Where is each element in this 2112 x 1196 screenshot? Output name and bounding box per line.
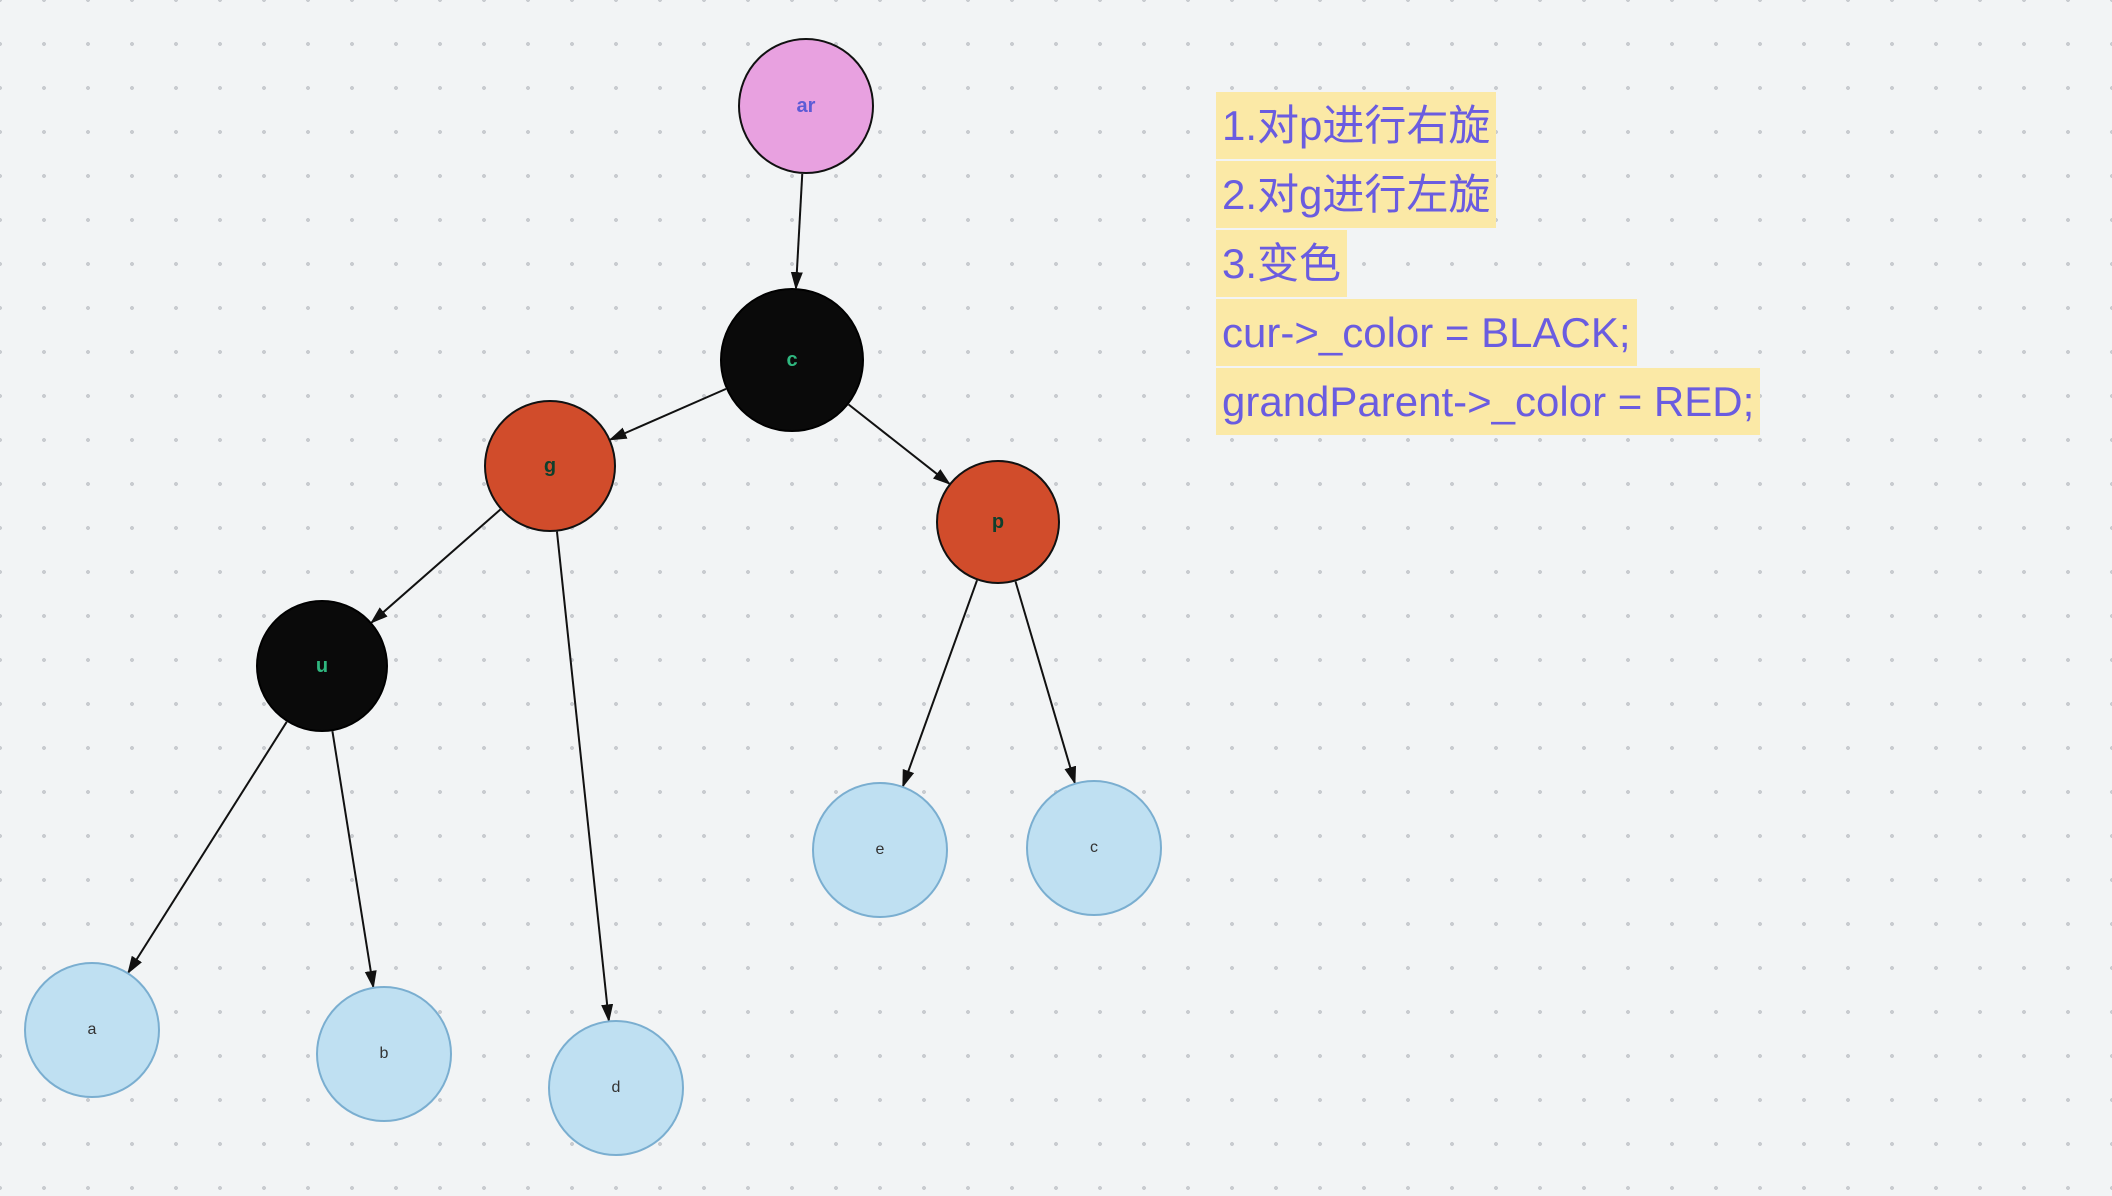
node-u[interactable]: u bbox=[256, 600, 388, 732]
step-1: 1.对p进行右旋 bbox=[1216, 92, 1496, 159]
node-d[interactable]: d bbox=[548, 1020, 684, 1156]
node-label: e bbox=[876, 841, 885, 859]
step-5: grandParent->_color = RED; bbox=[1216, 368, 1760, 435]
edge-g-u bbox=[372, 510, 501, 623]
node-a[interactable]: a bbox=[24, 962, 160, 1098]
edge-c-g bbox=[610, 389, 726, 440]
edge-g-d bbox=[557, 532, 609, 1021]
edge-u-a bbox=[128, 722, 286, 973]
node-label: p bbox=[992, 511, 1004, 534]
edge-ar-c bbox=[796, 174, 802, 288]
node-label: b bbox=[380, 1045, 389, 1063]
node-c[interactable]: c bbox=[720, 288, 864, 432]
steps-panel: 1.对p进行右旋 2.对g进行左旋 3.变色 cur->_color = BLA… bbox=[1216, 92, 1760, 437]
node-label: c bbox=[786, 349, 797, 372]
node-label: g bbox=[544, 455, 556, 478]
node-label: c bbox=[1090, 839, 1098, 857]
step-4: cur->_color = BLACK; bbox=[1216, 299, 1637, 366]
node-b[interactable]: b bbox=[316, 986, 452, 1122]
edge-p-c2 bbox=[1016, 581, 1075, 782]
node-p[interactable]: p bbox=[936, 460, 1060, 584]
node-label: ar bbox=[797, 95, 816, 118]
node-g[interactable]: g bbox=[484, 400, 616, 532]
step-2: 2.对g进行左旋 bbox=[1216, 161, 1496, 228]
step-3: 3.变色 bbox=[1216, 230, 1347, 297]
node-label: u bbox=[316, 655, 328, 678]
edge-p-e bbox=[903, 580, 977, 786]
node-label: d bbox=[612, 1079, 621, 1097]
node-c2[interactable]: c bbox=[1026, 780, 1162, 916]
node-ar[interactable]: ar bbox=[738, 38, 874, 174]
edges-layer bbox=[0, 0, 2112, 1196]
node-e[interactable]: e bbox=[812, 782, 948, 918]
edge-u-b bbox=[332, 731, 373, 987]
node-label: a bbox=[88, 1021, 97, 1039]
diagram-canvas[interactable]: ar c g p u a b d e c 1.对p进行右旋 2.对g进行左旋 3.变色 cur->… bbox=[0, 0, 2112, 1196]
edge-c-p bbox=[849, 405, 950, 484]
